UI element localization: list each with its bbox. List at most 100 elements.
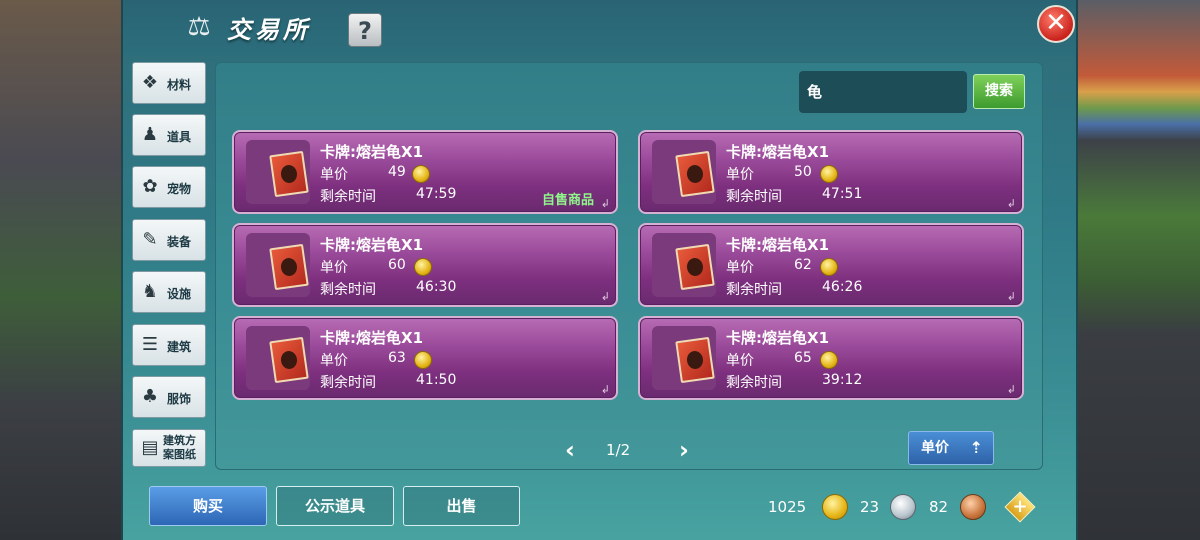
price-value: 60 [388, 257, 406, 273]
next-page-button[interactable]: › [674, 437, 694, 463]
prev-page-button[interactable]: ‹ [560, 437, 580, 463]
sidebar-item-clothing[interactable]: ♣ 服饰 [132, 376, 206, 418]
sidebar-item-label: 建筑方案图纸 [163, 434, 196, 461]
price-label: 单价 [726, 167, 754, 183]
price-value: 50 [794, 164, 812, 180]
listing-card[interactable]: 卡牌:熔岩龟X1 单价 63 剩余时间 41:50 ↲ [232, 316, 618, 400]
help-button[interactable]: ? [348, 13, 382, 47]
sidebar-item-label: 材料 [167, 78, 192, 92]
time-label: 剩余时间 [726, 375, 782, 391]
card-book-icon [269, 150, 309, 198]
price-label: 单价 [320, 167, 348, 183]
listing-name: 卡牌:熔岩龟X1 [726, 329, 830, 347]
price-value: 65 [794, 350, 812, 366]
gold-amount: 1025 [768, 498, 807, 516]
sidebar-item-blueprint[interactable]: ▤ 建筑方案图纸 [132, 429, 206, 467]
time-value: 46:30 [416, 279, 457, 295]
price-value: 63 [388, 350, 406, 366]
sidebar-item-label: 设施 [167, 287, 192, 301]
time-value: 47:51 [822, 186, 863, 202]
card-book-icon [269, 336, 309, 384]
chevron-right-icon: › [679, 436, 689, 464]
scale-icon: ⚖ [187, 12, 211, 42]
sidebar-item-label: 建筑 [167, 340, 192, 354]
search-button[interactable]: 搜索 [973, 74, 1025, 109]
sort-arrow-icon: ⇡ [969, 438, 983, 457]
add-currency-button[interactable]: + [1004, 491, 1036, 523]
background-right [1075, 0, 1200, 540]
gold-coin-icon [820, 258, 838, 276]
time-label: 剩余时间 [726, 282, 782, 298]
listing-card[interactable]: 卡牌:熔岩龟X1 单价 62 剩余时间 46:26 ↲ [638, 223, 1024, 307]
sidebar-item-building[interactable]: ☰ 建筑 [132, 324, 206, 366]
silver-amount: 23 [860, 498, 880, 516]
gold-coin-icon [820, 165, 838, 183]
listing-panel: 龟 搜索 卡牌:熔岩龟X1 单价 49 剩余时间 47:59 自售商品 ↲ 卡牌… [215, 62, 1043, 470]
clothing-icon: ♣ [141, 386, 159, 407]
self-sale-tag: 自售商品 [542, 193, 595, 208]
sidebar-item-label: 服饰 [167, 392, 192, 406]
copper-coin-icon [960, 494, 986, 520]
silver-coin-icon [890, 494, 916, 520]
gold-coin-icon [822, 494, 848, 520]
time-label: 剩余时间 [320, 189, 376, 205]
card-thumbnail [652, 140, 716, 204]
listing-name: 卡牌:熔岩龟X1 [726, 236, 830, 254]
card-thumbnail [246, 233, 310, 297]
gold-coin-icon [414, 351, 432, 369]
price-label: 单价 [726, 353, 754, 369]
card-book-icon [675, 150, 715, 198]
card-book-icon [269, 243, 309, 291]
card-thumbnail [246, 326, 310, 390]
time-value: 46:26 [822, 279, 863, 295]
sort-label: 单价 [921, 440, 949, 456]
corner-icon: ↲ [600, 383, 610, 396]
listing-name: 卡牌:熔岩龟X1 [320, 236, 424, 254]
sidebar-item-label: 装备 [167, 235, 192, 249]
page-indicator: 1/2 [606, 441, 631, 459]
title-bar: ⚖ 交易所 ? ✕ [123, 0, 1076, 56]
corner-icon: ↲ [1006, 290, 1016, 303]
sidebar-item-items[interactable]: ♟ 道具 [132, 114, 206, 156]
listing-card[interactable]: 卡牌:熔岩龟X1 单价 49 剩余时间 47:59 自售商品 ↲ [232, 130, 618, 214]
time-label: 剩余时间 [320, 282, 376, 298]
item-icon: ♟ [141, 124, 159, 145]
plus-icon: + [1012, 496, 1028, 517]
buy-tab-button[interactable]: 购买 [149, 486, 267, 526]
sidebar-item-pets[interactable]: ✿ 宠物 [132, 166, 206, 208]
search-input[interactable]: 龟 [799, 71, 967, 113]
listing-card[interactable]: 卡牌:熔岩龟X1 单价 50 剩余时间 47:51 ↲ [638, 130, 1024, 214]
equipment-icon: ✎ [142, 229, 158, 250]
listing-card[interactable]: 卡牌:熔岩龟X1 单价 60 剩余时间 46:30 ↲ [232, 223, 618, 307]
chevron-left-icon: ‹ [565, 436, 575, 464]
building-icon: ☰ [141, 334, 159, 355]
time-value: 47:59 [416, 186, 457, 202]
exchange-window: ⚖ 交易所 ? ✕ ❖ 材料 ♟ 道具 ✿ 宠物 ✎ 装备 ♞ 设施 ☰ 建筑 [121, 0, 1078, 540]
time-value: 39:12 [822, 372, 863, 388]
gold-coin-icon [820, 351, 838, 369]
listing-name: 卡牌:熔岩龟X1 [320, 329, 424, 347]
close-icon: ✕ [1045, 8, 1067, 38]
corner-icon: ↲ [600, 290, 610, 303]
sell-tab-button[interactable]: 出售 [403, 486, 520, 526]
corner-icon: ↲ [1006, 383, 1016, 396]
card-thumbnail [652, 233, 716, 297]
facility-icon: ♞ [141, 281, 159, 302]
public-items-tab-button[interactable]: 公示道具 [276, 486, 394, 526]
sidebar-item-equipment[interactable]: ✎ 装备 [132, 219, 206, 261]
time-label: 剩余时间 [320, 375, 376, 391]
sidebar-item-label: 道具 [167, 130, 192, 144]
listing-card[interactable]: 卡牌:熔岩龟X1 单价 65 剩余时间 39:12 ↲ [638, 316, 1024, 400]
price-value: 49 [388, 164, 406, 180]
listing-name: 卡牌:熔岩龟X1 [320, 143, 424, 161]
gold-coin-icon [412, 165, 430, 183]
price-label: 单价 [726, 260, 754, 276]
copper-amount: 82 [929, 498, 949, 516]
close-button[interactable]: ✕ [1037, 5, 1075, 43]
sort-by-price-button[interactable]: 单价 ⇡ [908, 431, 994, 465]
price-label: 单价 [320, 260, 348, 276]
gold-coin-icon [414, 258, 432, 276]
sidebar-item-materials[interactable]: ❖ 材料 [132, 62, 206, 104]
sidebar-item-label: 宠物 [167, 182, 192, 196]
sidebar-item-facility[interactable]: ♞ 设施 [132, 271, 206, 313]
